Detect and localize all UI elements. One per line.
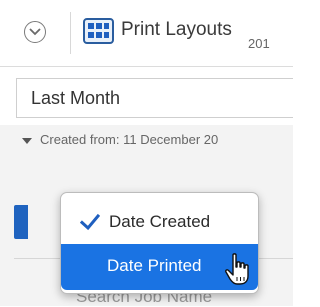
folder-tab[interactable] (14, 205, 28, 239)
hand-pointer-cursor-icon (225, 253, 249, 285)
print-layouts-grid-icon (83, 18, 114, 44)
menu-item-label: Date Printed (107, 256, 202, 275)
created-from-text: Created from: 11 December 20 (40, 132, 219, 147)
chevron-down-circle-icon[interactable] (24, 21, 46, 43)
caret-down-icon[interactable] (22, 138, 32, 144)
page-title: Print Layouts (121, 19, 232, 40)
date-range-select[interactable]: Last Month (16, 78, 293, 118)
created-from-overflow-text: 201 (248, 36, 270, 51)
menu-item-label: Date Created (109, 212, 211, 231)
toolbar: Print Layouts (0, 0, 293, 66)
date-range-value: Last Month (31, 88, 121, 108)
menu-item-date-created[interactable]: Date Created (61, 199, 258, 245)
toolbar-bottom-divider (0, 66, 293, 67)
filter-bar: Created from: 11 December 20 (0, 125, 293, 155)
checkmark-icon (80, 213, 100, 231)
toolbar-divider (70, 12, 71, 54)
